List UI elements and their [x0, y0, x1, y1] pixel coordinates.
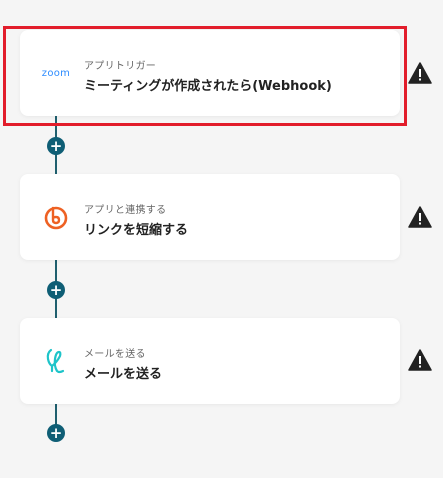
step-title: ミーティングが作成されたら(Webhook): [84, 79, 332, 94]
step-title: リンクを短縮する: [84, 223, 189, 238]
add-step-button[interactable]: +: [47, 137, 65, 155]
step-title: メールを送る: [84, 367, 163, 382]
zoom-icon: zoom: [40, 58, 72, 88]
flow-connector-line: [55, 298, 57, 320]
add-step-button[interactable]: +: [47, 281, 65, 299]
plus-icon: +: [49, 136, 63, 155]
plus-icon: +: [49, 280, 63, 299]
step-type-label: メールを送る: [84, 349, 146, 360]
plus-icon: +: [49, 423, 63, 442]
step-type-label: アプリと連携する: [84, 205, 167, 216]
flow-connector-line: [55, 154, 57, 176]
step-card-send-mail[interactable]: メールを送る メールを送る: [20, 318, 400, 404]
warning-icon[interactable]: [408, 62, 432, 84]
warning-icon[interactable]: [408, 349, 432, 371]
mail-icon: [40, 346, 72, 376]
add-step-button[interactable]: +: [47, 424, 65, 442]
bitly-logo: [44, 206, 68, 230]
step-card-bitly[interactable]: アプリと連携する リンクを短縮する: [20, 174, 400, 260]
step-type-label: アプリトリガー: [84, 61, 157, 72]
bitly-icon: [40, 202, 72, 232]
warning-icon[interactable]: [408, 206, 432, 228]
mail-logo: [46, 348, 65, 374]
step-card-zoom-trigger[interactable]: zoom アプリトリガー ミーティングが作成されたら(Webhook): [20, 30, 400, 116]
zoom-logo-text: zoom: [41, 67, 71, 79]
